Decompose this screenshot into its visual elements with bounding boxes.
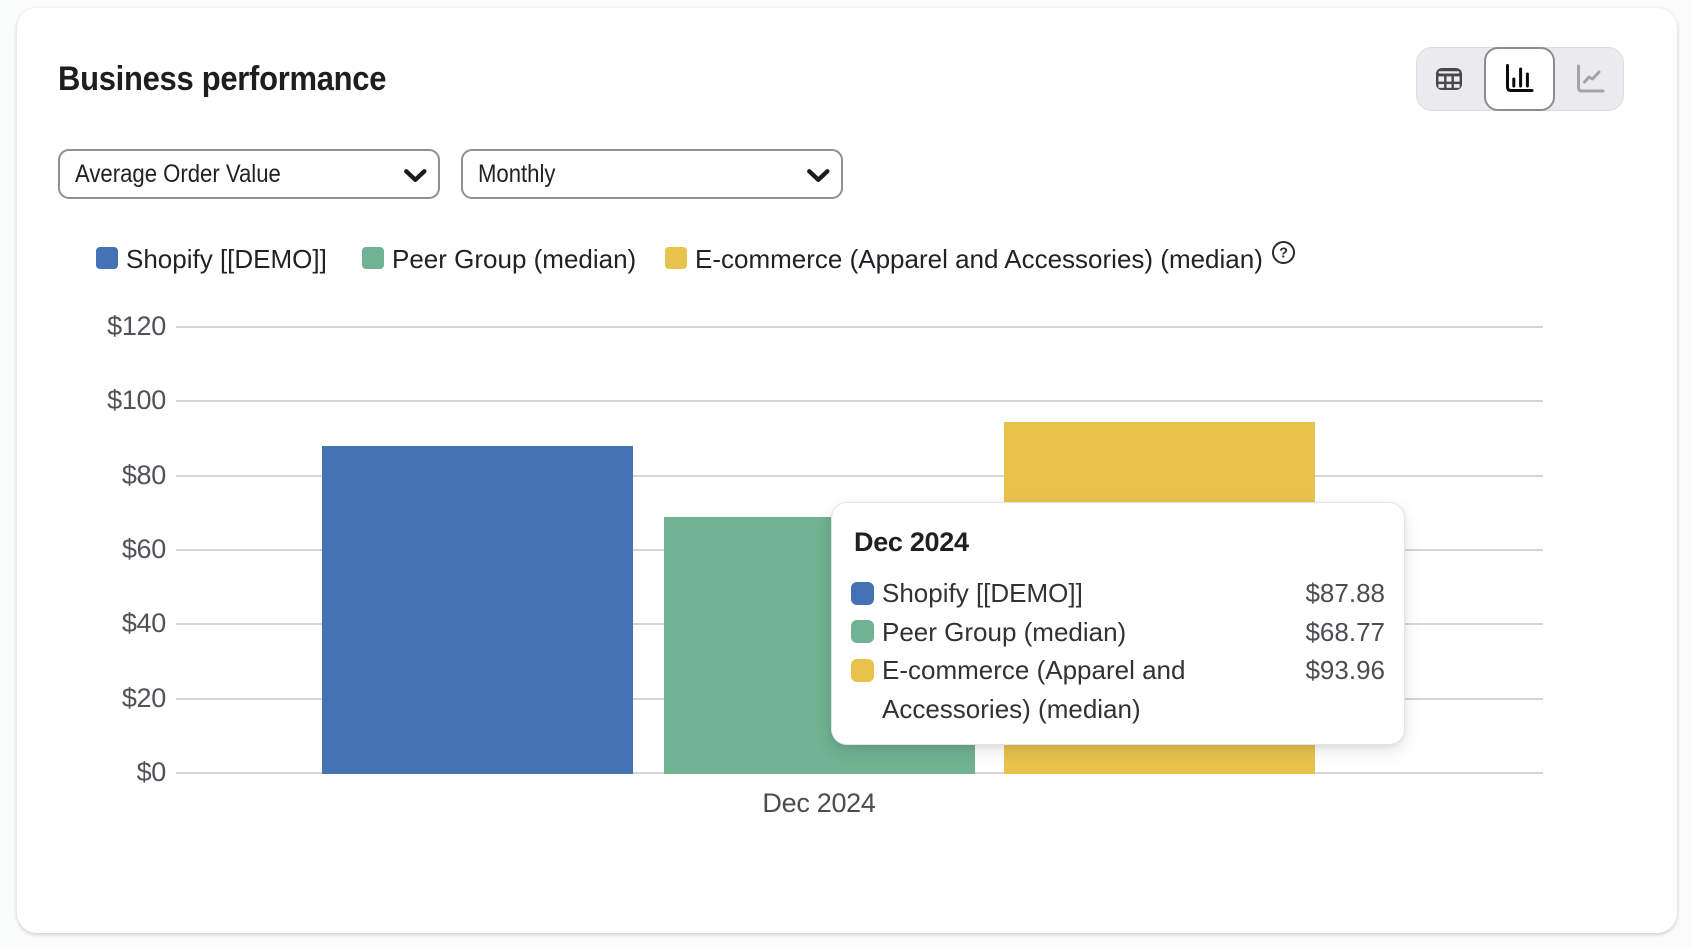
svg-text:?: ? bbox=[1279, 246, 1288, 262]
